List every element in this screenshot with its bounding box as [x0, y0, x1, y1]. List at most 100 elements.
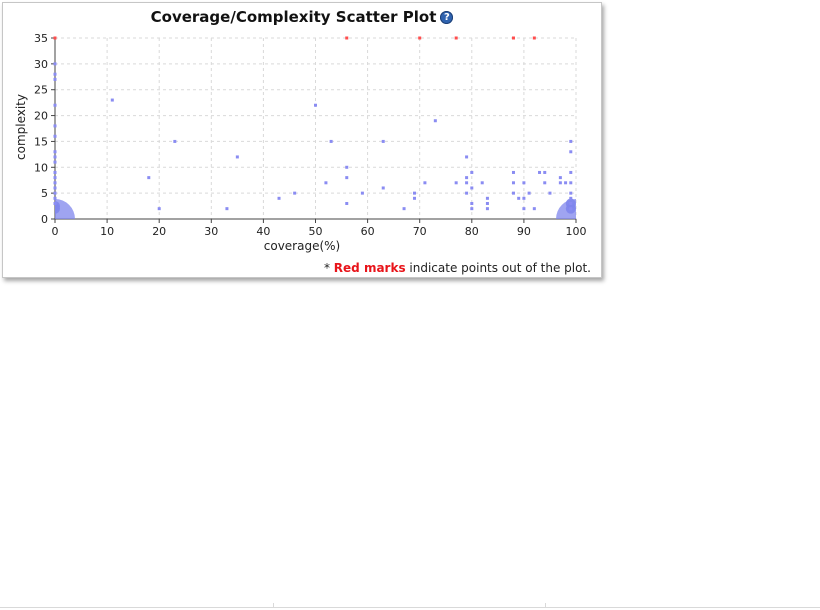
data-point: [465, 191, 469, 195]
data-point: [522, 181, 526, 185]
data-point: [485, 207, 489, 211]
data-point: [345, 201, 349, 205]
x-tick-label: 30: [204, 225, 218, 238]
data-point: [293, 191, 297, 195]
axes: [51, 37, 577, 223]
data-point: [53, 196, 57, 200]
data-point: [423, 181, 427, 185]
data-point: [569, 201, 573, 205]
data-point: [569, 196, 573, 200]
data-point: [470, 207, 474, 211]
data-point: [53, 201, 57, 205]
data-point: [480, 181, 484, 185]
data-point: [381, 186, 385, 190]
data-point: [470, 186, 474, 190]
data-point: [522, 207, 526, 211]
data-point: [53, 170, 57, 174]
data-point: [53, 124, 57, 128]
scatter-plot: 0 10 20 30 40 50 60 70 80 90 100 0 5 10 15 20 25 30 35 co…: [14, 32, 587, 253]
data-point: [412, 196, 416, 200]
data-point: [53, 155, 57, 159]
x-tick-label: 80: [465, 225, 479, 238]
data-point: [569, 191, 573, 195]
data-point: [314, 103, 317, 107]
data-point: [454, 181, 458, 185]
data-point: [402, 207, 406, 211]
data-point: [465, 181, 469, 185]
y-tick-label: 35: [34, 32, 48, 45]
out-of-plot-mark: [418, 36, 422, 40]
data-point: [548, 191, 552, 195]
x-tick-label: 90: [517, 225, 531, 238]
y-tick-label: 30: [34, 58, 48, 71]
x-tick-label: 40: [256, 225, 270, 238]
bottom-divider: [0, 607, 820, 608]
data-point: [564, 181, 568, 185]
data-point: [569, 170, 573, 174]
data-point: [360, 191, 364, 195]
data-point: [511, 170, 515, 174]
data-point: [53, 150, 57, 154]
data-point: [569, 150, 573, 154]
out-of-plot-mark: [511, 36, 515, 40]
data-point: [527, 191, 531, 195]
y-axis-label: complexity: [14, 94, 28, 160]
data-point: [53, 103, 57, 107]
data-point: [433, 119, 437, 123]
out-of-plot-mark: [532, 36, 536, 40]
data-point: [53, 181, 57, 185]
data-point: [465, 176, 469, 180]
data-point: [470, 201, 474, 205]
data-point: [225, 207, 229, 211]
data-point: [511, 191, 515, 195]
data-point: [517, 196, 521, 200]
data-point: [569, 139, 573, 143]
data-point: [569, 207, 573, 211]
data-point: [277, 196, 281, 200]
footnote-text: indicate points out of the plot.: [405, 261, 591, 275]
x-tick-label: 60: [361, 225, 375, 238]
data-point: [147, 176, 151, 180]
data-point: [235, 155, 239, 159]
data-point: [53, 72, 57, 76]
y-tick-labels: 0 5 10 15 20 25 30 35: [34, 32, 48, 226]
y-tick-label: 5: [41, 187, 48, 200]
data-point: [465, 155, 469, 159]
x-axis-label: coverage(%): [264, 239, 340, 253]
data-point: [324, 181, 328, 185]
data-point: [53, 176, 57, 180]
data-point: [157, 207, 161, 211]
data-point: [569, 181, 573, 185]
bottom-divider-tick: [273, 603, 274, 607]
data-point: [558, 176, 562, 180]
data-point: [53, 160, 57, 164]
data-point: [173, 139, 177, 143]
data-points: [53, 62, 573, 211]
data-point: [470, 170, 474, 174]
x-tick-label: 20: [152, 225, 166, 238]
footnote: * Red marks indicate points out of the p…: [324, 261, 591, 275]
y-tick-label: 20: [34, 110, 48, 123]
y-tick-label: 10: [34, 161, 48, 174]
data-point: [543, 181, 547, 185]
data-point: [485, 196, 489, 200]
data-point: [345, 165, 349, 169]
y-tick-label: 25: [34, 84, 48, 97]
data-point: [345, 176, 349, 180]
data-point: [532, 207, 536, 211]
footnote-red-marks: Red marks: [333, 261, 406, 275]
y-tick-label: 0: [41, 213, 48, 226]
x-tick-label: 100: [566, 225, 587, 238]
x-tick-label: 10: [100, 225, 114, 238]
x-tick-labels: 0 10 20 30 40 50 60 70 80 90 100: [52, 225, 587, 238]
data-point: [538, 170, 542, 174]
data-point: [543, 170, 547, 174]
x-tick-label: 50: [309, 225, 323, 238]
chart-panel: Coverage/Complexity Scatter Plot? 0 10 20 3…: [2, 2, 602, 278]
data-point: [558, 181, 562, 185]
grid-lines: [54, 37, 577, 220]
data-point: [53, 134, 57, 138]
data-point: [522, 196, 526, 200]
data-point: [329, 139, 333, 143]
y-tick-label: 15: [34, 135, 48, 148]
